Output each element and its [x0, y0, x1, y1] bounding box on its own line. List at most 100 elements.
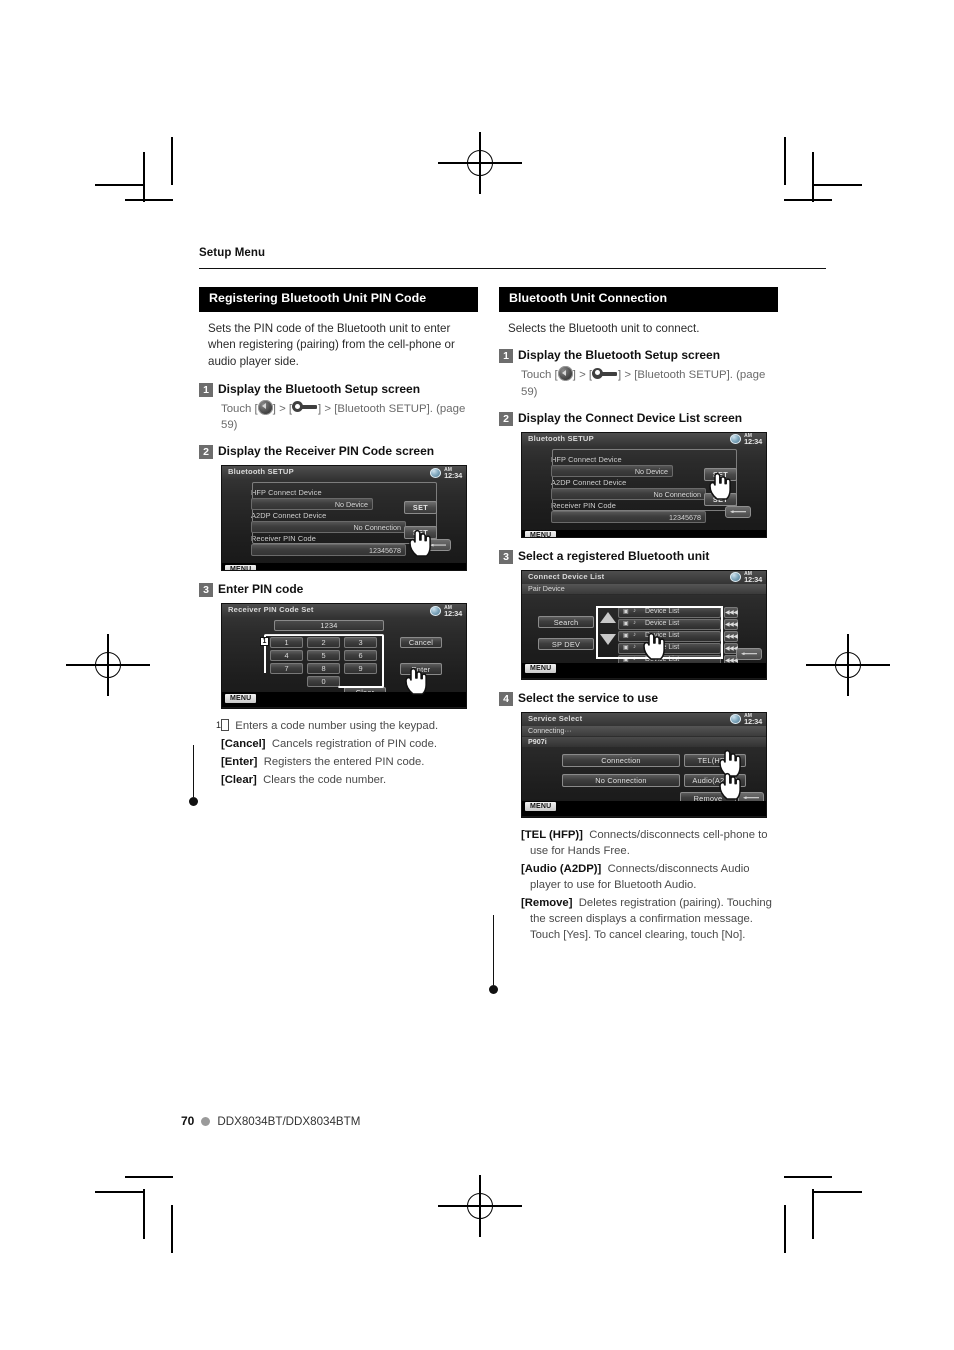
audio-connection-state: No Connection — [562, 773, 680, 787]
receiver-pin-code-value: 12345678 — [669, 512, 701, 522]
device-detail-button[interactable]: ◀◀◀ — [724, 630, 738, 642]
step-number: 1 — [499, 349, 513, 364]
definition-list-left: 1 Enters a code number using the keypad.… — [216, 718, 477, 788]
touch-instruction-suffix: ] > [Bluetooth SETUP]. — [618, 369, 733, 382]
menu-icon — [257, 399, 273, 415]
globe-icon — [430, 605, 441, 616]
definition-item: [TEL (HFP)] Connects/disconnects cell-ph… — [521, 827, 777, 859]
definition-term: [Audio (A2DP)] — [521, 862, 602, 875]
pointing-hand-icon — [642, 632, 668, 660]
a2dp-set-button[interactable]: SET — [404, 501, 437, 515]
clock-time: 12:34 — [744, 575, 762, 585]
device-menu-bar: MENU — [522, 800, 766, 816]
hfp-connect-device-field[interactable]: No Device — [251, 498, 373, 511]
pointing-hand-icon — [708, 472, 734, 500]
section-intro-left: Sets the PIN code of the Bluetooth unit … — [208, 321, 455, 369]
device-menu-bar: MENU — [522, 662, 766, 678]
device-screen-title: Receiver PIN Code Set — [228, 605, 314, 615]
hfp-connect-device-field[interactable]: No Device — [551, 464, 673, 477]
a2dp-connect-device-field[interactable]: No Connection — [251, 521, 406, 534]
pin-display-value: 1234 — [274, 620, 384, 632]
step-title: Display the Receiver PIN Code screen — [218, 444, 435, 459]
definition-description: Enters a code number using the keypad. — [235, 720, 439, 733]
definition-term: [Cancel] — [221, 738, 266, 751]
globe-icon — [730, 572, 741, 583]
page-number: 70 — [181, 1114, 195, 1128]
back-arrow-button[interactable] — [725, 505, 751, 518]
step-2-right: 2 Display the Connect Device List screen — [499, 411, 778, 426]
connection-status-bar: Connecting··· — [522, 725, 766, 736]
a2dp-connect-device-value: No Connection — [653, 489, 701, 499]
section-intro-right: Selects the Bluetooth unit to connect. — [508, 321, 700, 335]
clock-time: 12:34 — [444, 608, 462, 618]
step-number: 2 — [199, 445, 213, 460]
definition-item: [Enter] Registers the entered PIN code. — [221, 754, 477, 770]
pair-device-tab[interactable]: Pair Device — [522, 583, 766, 595]
menu-icon — [557, 366, 573, 382]
section-end-marker-right — [489, 915, 499, 995]
globe-icon — [730, 714, 741, 725]
touch-instruction-prefix: Touch [ — [521, 369, 558, 382]
device-detail-button[interactable]: ◀◀◀ — [724, 606, 738, 618]
step-3-right: 3 Select a registered Bluetooth unit — [499, 549, 778, 564]
connection-status-text: Connecting··· — [528, 726, 572, 736]
step-number: 4 — [499, 691, 513, 706]
left-column: Registering Bluetooth Unit PIN Code Sets… — [199, 287, 478, 790]
hfp-connect-device-value: No Device — [334, 500, 368, 510]
receiver-pin-code-field[interactable]: 12345678 — [551, 510, 706, 523]
wrench-icon — [292, 401, 318, 414]
clock-time: 12:34 — [744, 437, 762, 447]
device-menu-bar: MENU — [522, 529, 766, 537]
touch-instruction-prefix: Touch [ — [221, 402, 258, 415]
step-1-body-left: Touch [] > [] > [Bluetooth SETUP]. (page… — [221, 399, 471, 433]
device-titlebar: Bluetooth SETUP AM 12:34 — [522, 432, 766, 447]
globe-icon — [730, 434, 741, 445]
screenshot-service-select: Service Select AM 12:34 Connecting··· P9… — [521, 711, 767, 818]
menu-button[interactable]: MENU — [525, 664, 557, 674]
back-arrow-button[interactable] — [736, 647, 762, 660]
step-number: 3 — [499, 549, 513, 564]
definition-description: Registers the entered PIN code. — [263, 756, 425, 769]
step-title: Select the service to use — [518, 690, 659, 705]
step-number: 2 — [499, 411, 513, 426]
receiver-pin-code-field[interactable]: 12345678 — [251, 544, 406, 557]
step-title: Select a registered Bluetooth unit — [518, 548, 710, 563]
device-titlebar: Service Select AM 12:34 — [522, 712, 766, 726]
search-button[interactable]: Search — [538, 615, 594, 628]
menu-button[interactable]: MENU — [525, 802, 557, 812]
menu-button[interactable]: MENU — [525, 531, 557, 537]
step-3-left: 3 Enter PIN code — [199, 582, 478, 598]
step-2-left: 2 Display the Receiver PIN Code screen — [199, 444, 478, 460]
header-rule — [199, 268, 826, 270]
touch-instruction-mid: ] > [ — [572, 369, 593, 382]
cancel-button[interactable]: Cancel — [400, 637, 442, 649]
a2dp-connect-device-field[interactable]: No Connection — [551, 487, 706, 500]
step-number: 1 — [199, 382, 213, 397]
sp-dev-button[interactable]: SP DEV — [538, 637, 594, 650]
running-head: Setup Menu — [199, 247, 266, 259]
step-title: Display the Connect Device List screen — [518, 410, 743, 425]
section-title-registering-pin: Registering Bluetooth Unit PIN Code — [199, 287, 478, 312]
touch-instruction-mid: ] > [ — [272, 402, 293, 415]
menu-button[interactable]: MENU — [225, 693, 257, 703]
footer-bullet-icon — [201, 1116, 211, 1126]
section-end-marker-left — [189, 745, 199, 807]
step-1-left: 1 Display the Bluetooth Setup screen — [199, 382, 478, 397]
pointing-hand-icon — [404, 667, 430, 695]
menu-button[interactable]: MENU — [225, 564, 257, 571]
definition-item: [Cancel] Cancels registration of PIN cod… — [221, 736, 477, 752]
page-footer: 70 DDX8034BT/DDX8034BTM — [181, 1114, 360, 1128]
definition-term: [Remove] — [521, 896, 573, 909]
hfp-connect-device-value: No Device — [634, 466, 668, 476]
device-menu-bar: MENU — [222, 563, 466, 571]
screenshot-bluetooth-setup-right: Bluetooth SETUP AM 12:34 HFP Connect Dev… — [521, 431, 767, 538]
device-titlebar: Connect Device List AM 12:34 — [522, 570, 766, 585]
keypad-key-0[interactable]: 0 — [307, 676, 340, 688]
model-name: DDX8034BT/DDX8034BTM — [217, 1114, 361, 1128]
screenshot-pin-code-set: Receiver PIN Code Set AM 12:34 1234 1 1 — [221, 603, 467, 710]
step-title: Display the Bluetooth Setup screen — [518, 348, 721, 363]
step-1-right: 1 Display the Bluetooth Setup screen — [499, 348, 778, 364]
device-titlebar: Receiver PIN Code Set AM 12:34 — [222, 604, 466, 618]
device-detail-button[interactable]: ◀◀◀ — [724, 618, 738, 630]
step-4-right: 4 Select the service to use — [499, 691, 778, 706]
